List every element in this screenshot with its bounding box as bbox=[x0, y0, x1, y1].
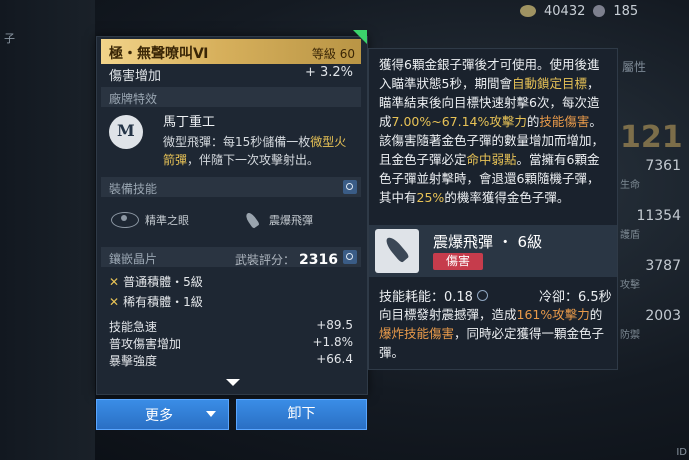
chip-stat-row: 暴擊強度 +66.4 bbox=[109, 352, 353, 368]
unequip-button[interactable]: 卸下 bbox=[236, 399, 367, 430]
vendor-section-header: 廠牌特效 bbox=[101, 87, 361, 107]
stat-value: 11354 bbox=[636, 208, 681, 224]
skill-label: 精準之眼 bbox=[145, 214, 189, 227]
currency-bar: 40432 185 bbox=[520, 0, 689, 22]
chip-item: ✕ 普通積體・5級 bbox=[109, 275, 203, 289]
attribute-title: 屬性 bbox=[622, 60, 647, 74]
stat-label: 攻擊 bbox=[620, 280, 640, 291]
energy-icon bbox=[476, 290, 488, 301]
left-edge-text: 子 bbox=[4, 32, 15, 45]
scroll-down-icon[interactable] bbox=[226, 379, 240, 386]
stat-label: 護盾 bbox=[620, 230, 640, 241]
damage-tag: 傷害 bbox=[433, 253, 483, 270]
stat-value: 3787 bbox=[645, 258, 681, 274]
skill-tooltip: 獲得6顆金銀子彈後才可使用。使用後進入瞄準狀態5秒，期間會自動鎖定目標，瞄準結束… bbox=[368, 48, 618, 370]
tooltip-skill-header: 震爆飛彈 ・ 6級 傷害 bbox=[369, 225, 617, 277]
chip-icon: ✕ bbox=[109, 295, 120, 309]
eye-icon bbox=[111, 212, 139, 228]
chip-item: ✕ 稀有積體・1級 bbox=[109, 295, 203, 309]
coin-icon bbox=[520, 5, 536, 17]
tooltip-skill-name: 震爆飛彈 ・ 6級 bbox=[433, 233, 543, 251]
equipped-check-icon bbox=[353, 30, 367, 44]
edge-id-label: ID bbox=[676, 447, 687, 458]
more-button-label: 更多 bbox=[145, 408, 173, 424]
tooltip-description: 獲得6顆金銀子彈後才可使用。使用後進入瞄準狀態5秒，期間會自動鎖定目標，瞄準結束… bbox=[379, 57, 605, 205]
chip-section-title: 鑲嵌晶片 bbox=[109, 252, 158, 266]
stat-label: 防禦 bbox=[620, 330, 640, 341]
gem-icon bbox=[593, 5, 606, 17]
brand-name: 馬丁重工 bbox=[163, 115, 216, 130]
vendor-section-title: 廠牌特效 bbox=[109, 92, 158, 106]
stat-label: 生命 bbox=[620, 180, 640, 191]
skill-label: 震爆飛彈 bbox=[269, 214, 313, 227]
tooltip-skill-description: 向目標發射震撼彈，造成161%攻擊力的爆炸技能傷害，同時必定獲得一顆金色子彈。 bbox=[379, 307, 605, 360]
equip-skill-section-header: 裝備技能 bbox=[101, 177, 361, 197]
item-level: 等級 60 bbox=[311, 47, 355, 61]
item-detail-card: 極・無聲嘹叫Ⅵ 等級 60 傷害增加 + 3.2% 廠牌特效 馬丁重工 微型飛彈… bbox=[96, 36, 368, 395]
chevron-down-icon bbox=[206, 411, 216, 417]
stat-value: 7361 bbox=[645, 158, 681, 174]
chip-icon: ✕ bbox=[109, 275, 120, 289]
skill-shock-missile[interactable]: 震爆飛彈 bbox=[243, 212, 313, 228]
energy-cost: 技能耗能：0.18 bbox=[379, 286, 488, 305]
attribute-panel: 屬性 121 7361 生命 11354 護盾 3787 攻擊 2003 防禦 bbox=[614, 40, 689, 460]
more-button[interactable]: 更多 bbox=[96, 399, 229, 430]
chip-stat-row: 技能急速 +89.5 bbox=[109, 318, 353, 334]
coin-count: 40432 bbox=[544, 3, 586, 19]
weapon-score: 武裝評分： 2316 bbox=[235, 252, 338, 268]
gem-count: 185 bbox=[613, 3, 639, 19]
chip-stat-row: 普攻傷害增加 +1.8% bbox=[109, 335, 353, 351]
skill-precision-eye[interactable]: 精準之眼 bbox=[111, 212, 189, 228]
item-name: 極・無聲嘹叫Ⅵ bbox=[109, 46, 209, 62]
cooldown: 冷卻：6.5秒 bbox=[539, 290, 612, 305]
attribute-total: 121 bbox=[620, 120, 683, 155]
brand-effect-description: 微型飛彈：每15秒儲備一枚微型火箭彈，伴隨下一次攻擊射出。 bbox=[163, 135, 347, 167]
chip-search-button[interactable] bbox=[343, 250, 357, 264]
skill-search-button[interactable] bbox=[343, 180, 357, 194]
damage-row: 傷害增加 + 3.2% bbox=[109, 65, 357, 84]
damage-label: 傷害增加 bbox=[109, 69, 162, 84]
shock-missile-icon bbox=[375, 229, 419, 273]
rocket-icon bbox=[243, 212, 263, 228]
brand-logo-icon bbox=[109, 115, 143, 149]
left-background: 子 bbox=[0, 0, 95, 460]
damage-value: + 3.2% bbox=[304, 65, 353, 80]
item-header: 極・無聲嘹叫Ⅵ 等級 60 bbox=[101, 39, 361, 64]
equip-skill-section-title: 裝備技能 bbox=[109, 182, 158, 196]
stat-value: 2003 bbox=[645, 308, 681, 324]
